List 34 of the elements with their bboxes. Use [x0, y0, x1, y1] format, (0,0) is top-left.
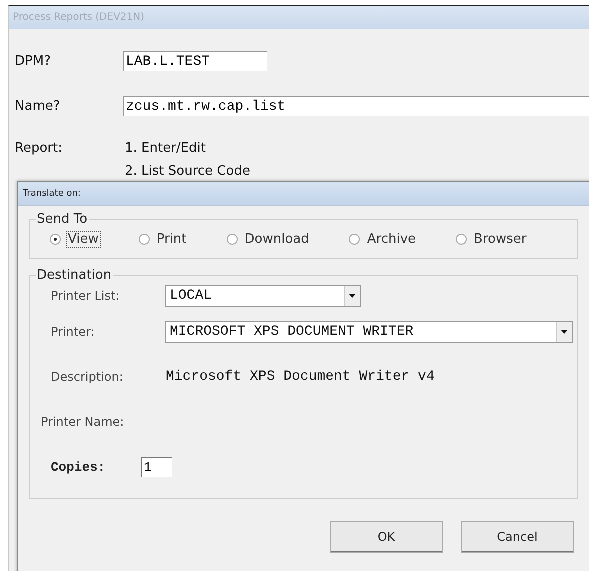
radio-label[interactable]: View	[66, 231, 101, 248]
radio-button[interactable]	[50, 234, 61, 245]
radio-label[interactable]: Download	[242, 231, 312, 248]
input-field[interactable]: LAB.L.TEST	[123, 51, 267, 71]
input-field[interactable]: zcus.mt.rw.cap.list	[123, 96, 589, 116]
field-label: Printer Name:	[40, 415, 126, 429]
radio-label[interactable]: Archive	[365, 231, 418, 248]
radio-button[interactable]	[226, 234, 238, 245]
radio-button[interactable]	[349, 234, 360, 245]
description-text: Microsoft XPS Document Writer v4	[166, 369, 435, 385]
group-label: Destination	[36, 268, 113, 283]
dropdown-arrow-icon	[349, 294, 356, 298]
printer-list-dropdown[interactable]: LOCAL	[165, 285, 361, 307]
field-label: Copies:	[50, 460, 107, 474]
radio-button[interactable]	[456, 234, 468, 245]
menu-option[interactable]: 2. List Source Code	[123, 164, 250, 179]
field-label: Printer List:	[50, 289, 121, 303]
copies-field[interactable]: 1	[141, 457, 172, 477]
field-label: Report:	[15, 141, 64, 156]
printer-dropdown[interactable]: MICROSOFT XPS DOCUMENT WRITER	[165, 321, 573, 343]
cancel-button[interactable]: Cancel	[461, 521, 574, 553]
field-label: Name?	[15, 98, 62, 114]
field-label: DPM?	[15, 54, 52, 68]
radio-button[interactable]	[138, 234, 150, 245]
field-label: Printer:	[50, 325, 96, 339]
window-title: Process Reports (DEV21N)	[13, 12, 145, 23]
dropdown-arrow-icon	[561, 330, 568, 334]
field-label: Description:	[50, 370, 124, 384]
ok-button[interactable]: OK	[330, 521, 443, 553]
group-label: Send To	[36, 212, 89, 227]
dialog-title: Translate on:	[23, 188, 81, 198]
radio-label[interactable]: Print	[154, 231, 189, 248]
radio-label[interactable]: Browser	[472, 231, 529, 248]
menu-option[interactable]: 1. Enter/Edit	[123, 141, 250, 156]
